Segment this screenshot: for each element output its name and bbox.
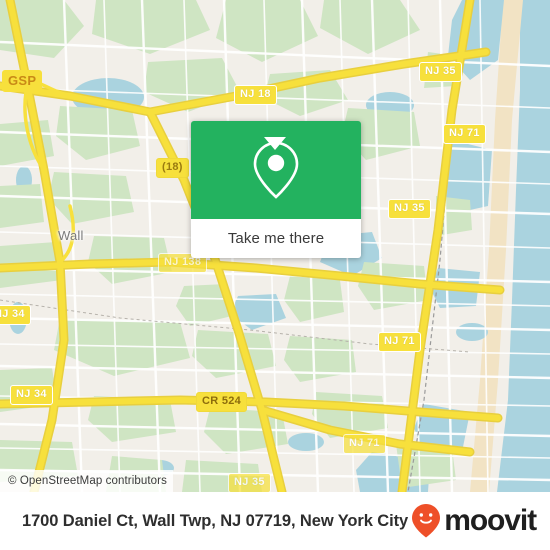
road-shield-nj34-a: NJ 34 bbox=[0, 305, 31, 325]
road-shield-nj71-c: NJ 71 bbox=[343, 434, 386, 454]
road-shield-nj34-b: NJ 34 bbox=[10, 385, 53, 405]
road-shield-gsp: GSP bbox=[2, 70, 43, 92]
popup-action-bar[interactable]: Take me there bbox=[191, 219, 361, 258]
map-canvas[interactable]: Wall GSP NJ 18 NJ 35 NJ 71 (18) NJ 35 NJ… bbox=[0, 0, 550, 492]
road-shield-nj35-a: NJ 35 bbox=[419, 62, 462, 82]
road-shield-nj18: NJ 18 bbox=[234, 85, 277, 105]
popup-pointer bbox=[264, 137, 286, 150]
road-shield-nj35-b: NJ 35 bbox=[388, 199, 431, 219]
map-attribution[interactable]: © OpenStreetMap contributors bbox=[0, 470, 173, 492]
map-screenshot: Wall GSP NJ 18 NJ 35 NJ 71 (18) NJ 35 NJ… bbox=[0, 0, 550, 550]
road-shield-nj71-a: NJ 71 bbox=[443, 124, 486, 144]
road-shield-nj35-c: NJ 35 bbox=[228, 473, 271, 492]
road-shield-nj71-b: NJ 71 bbox=[378, 332, 421, 352]
take-me-there-button[interactable]: Take me there bbox=[228, 230, 324, 247]
popup-header bbox=[191, 121, 361, 219]
road-shield-18: (18) bbox=[156, 158, 189, 178]
moovit-logo[interactable]: moovit bbox=[411, 503, 537, 539]
moovit-wordmark: moovit bbox=[444, 504, 537, 537]
place-label-wall: Wall bbox=[58, 228, 84, 243]
road-shield-cr524: CR 524 bbox=[196, 392, 248, 412]
moovit-pin-smiley-icon bbox=[412, 504, 441, 538]
address-text: 1700 Daniel Ct, Wall Twp, NJ 07719, New … bbox=[22, 511, 409, 530]
footer-bar: 1700 Daniel Ct, Wall Twp, NJ 07719, New … bbox=[0, 492, 550, 550]
